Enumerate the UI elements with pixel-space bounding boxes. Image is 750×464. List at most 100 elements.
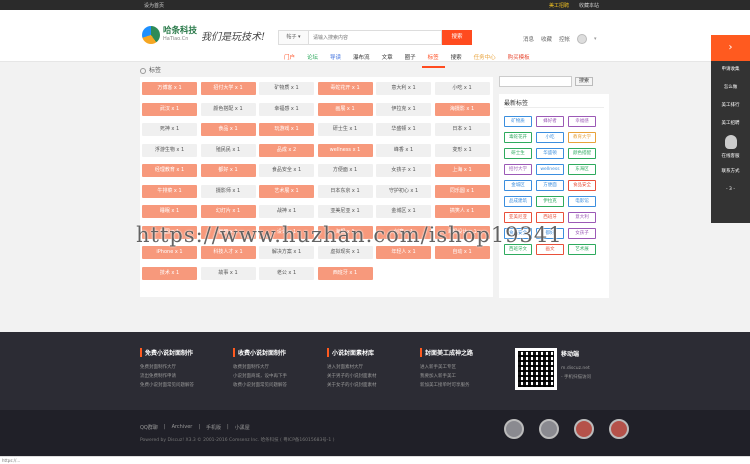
latest-tag-item[interactable]: 东海区 bbox=[568, 164, 596, 175]
tag-item[interactable]: 科技人才 x 1 bbox=[200, 246, 256, 259]
nav-guide[interactable]: 导读 bbox=[324, 54, 347, 68]
credit-seal-icon[interactable] bbox=[609, 419, 629, 439]
latest-tag-item[interactable]: 金城区 bbox=[504, 180, 532, 191]
tag-item[interactable]: 颜色搭配 x 1 bbox=[200, 102, 256, 116]
tag-item[interactable]: 艺术展 x 1 bbox=[259, 184, 314, 198]
tag-item[interactable]: wellness x 1 bbox=[317, 143, 373, 157]
latest-tag-item[interactable]: 女孩子 bbox=[568, 228, 596, 239]
latest-tag-item[interactable]: 毒蛇花开 bbox=[504, 132, 532, 143]
tag-item[interactable]: 上海 x 1 bbox=[434, 164, 490, 177]
tag-item[interactable]: 小吃 x 1 bbox=[434, 82, 490, 95]
account-link[interactable]: 控帐 bbox=[559, 35, 570, 43]
latest-tag-item[interactable]: 意大利 bbox=[568, 212, 596, 223]
tag-item[interactable]: 伊拉克 x 1 bbox=[376, 102, 431, 116]
tag-item[interactable]: 品成 x 2 bbox=[259, 143, 314, 157]
messages-link[interactable]: 消息 bbox=[523, 35, 534, 43]
tag-item[interactable]: 同乐圆 x 1 bbox=[434, 184, 490, 198]
latest-tag-item[interactable]: 研士生 bbox=[504, 148, 532, 159]
tag-item[interactable]: 日本东京 x 1 bbox=[317, 184, 373, 198]
latest-tag-item[interactable]: 蜂好者 bbox=[536, 116, 564, 127]
tag-item[interactable]: 牛排菜 x 1 bbox=[142, 184, 197, 198]
tag-item[interactable]: 殖民民 x 1 bbox=[200, 143, 256, 157]
police-badge-icon[interactable] bbox=[539, 419, 559, 439]
search-button[interactable]: 搜索 bbox=[442, 30, 472, 45]
chevron-down-icon[interactable]: ▾ bbox=[594, 36, 597, 42]
tag-item[interactable]: 矿物质 x 1 bbox=[259, 82, 314, 95]
tag-item[interactable]: 变形 x 1 bbox=[434, 143, 490, 157]
float-more[interactable]: - 3 - bbox=[711, 181, 750, 199]
tag-item[interactable]: 食品安全 x 1 bbox=[259, 164, 314, 177]
latest-tag-item[interactable]: 食品安全 bbox=[568, 180, 596, 191]
favorites-link[interactable]: 收藏 bbox=[541, 35, 552, 43]
tag-item[interactable]: 画展 x 1 bbox=[317, 102, 373, 116]
tag-item[interactable]: 都好 x 1 bbox=[200, 164, 256, 177]
tag-item[interactable]: 摄影师 x 1 bbox=[200, 184, 256, 198]
tag-item[interactable]: 睡眠 x 1 bbox=[142, 205, 197, 218]
tag-item[interactable]: 玩游戏 x 1 bbox=[259, 123, 314, 136]
tag-item[interactable]: 招付大学 x 1 bbox=[200, 82, 256, 95]
footer-link-qq[interactable]: QQ群聊 bbox=[140, 424, 158, 431]
tag-item[interactable]: 幻灯片 x 1 bbox=[200, 205, 256, 218]
latest-tag-item[interactable]: 教育大学 bbox=[568, 132, 596, 143]
tag-search-button[interactable]: 搜索 bbox=[575, 77, 593, 86]
nav-tasks[interactable]: 任务中心 bbox=[468, 54, 502, 68]
tag-item[interactable]: 武汉 x 1 bbox=[142, 102, 197, 116]
staff-recruit-link[interactable]: 美工招聘 bbox=[549, 2, 569, 9]
latest-tag-item[interactable]: 伊拉克 bbox=[536, 196, 564, 207]
float-recruit[interactable]: 美工招聘 bbox=[711, 115, 750, 133]
tag-item[interactable]: iPhone x 1 bbox=[142, 246, 197, 259]
latest-tag-item[interactable]: 品成建筑 bbox=[504, 196, 532, 207]
nav-portal[interactable]: 门户 bbox=[278, 54, 301, 68]
latest-tag-item[interactable]: 矿物质 bbox=[504, 116, 532, 127]
tag-item[interactable]: 西班牙 x 1 bbox=[317, 266, 373, 280]
tag-item[interactable]: 研士生 x 1 bbox=[317, 123, 373, 136]
tag-item[interactable]: 浮游生物 x 1 bbox=[142, 143, 197, 157]
nav-waterfall[interactable]: 瀑布流 bbox=[347, 54, 376, 68]
tag-item[interactable]: 毒蛇花开 x 1 bbox=[317, 82, 373, 95]
float-contact[interactable]: 联系方式 bbox=[711, 163, 750, 181]
tag-item[interactable]: 死神 x 1 bbox=[142, 123, 197, 136]
tag-item[interactable]: 意大利 x 1 bbox=[376, 82, 431, 95]
set-homepage-link[interactable]: 设为首页 bbox=[144, 2, 164, 9]
footer-link-archiver[interactable]: Archiver bbox=[172, 424, 193, 431]
chevron-right-icon[interactable]: › bbox=[711, 35, 750, 61]
footer-link-blacklist[interactable]: 小黑屋 bbox=[235, 424, 250, 431]
latest-tag-item[interactable]: 电影馆 bbox=[568, 196, 596, 207]
tag-item[interactable]: 幸福感 x 1 bbox=[259, 102, 314, 116]
nav-search[interactable]: 搜索 bbox=[445, 54, 468, 68]
site-logo[interactable]: 哈条科技 HaTiao.Cn 我们是玩技术! bbox=[142, 26, 265, 44]
tag-item[interactable]: 金城区 x 1 bbox=[376, 205, 431, 218]
tag-item[interactable]: 虚拟现实 x 1 bbox=[317, 246, 373, 259]
tag-item[interactable]: 搞笑人 x 1 bbox=[434, 205, 490, 218]
tag-search-input[interactable] bbox=[499, 76, 572, 87]
latest-tag-item[interactable]: 华盛顿 bbox=[536, 148, 564, 159]
footer-link-mobile[interactable]: 手机版 bbox=[206, 424, 221, 431]
latest-tag-item[interactable]: 招付大学 bbox=[504, 164, 532, 175]
nav-articles[interactable]: 文章 bbox=[376, 54, 399, 68]
tag-item[interactable]: 华盛顿 x 1 bbox=[376, 123, 431, 136]
tag-item[interactable]: 年轻人 x 1 bbox=[376, 246, 431, 259]
latest-tag-item[interactable]: 西班牙 bbox=[536, 212, 564, 223]
tag-item[interactable]: 解决方案 x 1 bbox=[259, 246, 314, 259]
tag-item[interactable]: 亚美尼亚 x 1 bbox=[317, 205, 373, 218]
search-scope-select[interactable]: 帖子 ▾ bbox=[278, 30, 308, 45]
float-apply[interactable]: 申请收集 bbox=[711, 61, 750, 79]
tag-item[interactable]: 技术 x 1 bbox=[142, 266, 197, 280]
tag-item[interactable]: 海摄影 x 1 bbox=[434, 102, 490, 116]
trust-seal-icon[interactable] bbox=[574, 419, 594, 439]
tag-item[interactable]: 故事 x 1 bbox=[200, 266, 256, 280]
tag-item[interactable]: 经理教育 x 1 bbox=[142, 164, 197, 177]
tag-item[interactable]: 万博客 x 1 bbox=[142, 82, 197, 95]
tag-item[interactable]: 守护初心 x 1 bbox=[376, 184, 431, 198]
tag-item[interactable]: 日本 x 1 bbox=[434, 123, 490, 136]
nav-buy-template[interactable]: 购买模板 bbox=[502, 54, 536, 68]
latest-tag-item[interactable]: 颜色搭配 bbox=[568, 148, 596, 159]
latest-tag-item[interactable]: 方便面 bbox=[536, 180, 564, 191]
latest-tag-item[interactable]: wellness bbox=[536, 164, 564, 175]
nav-forum[interactable]: 论坛 bbox=[301, 54, 324, 68]
favorite-link[interactable]: 收藏本站 bbox=[579, 2, 599, 9]
tag-item[interactable]: 食品 x 1 bbox=[200, 123, 256, 136]
tag-item[interactable]: 峰香 x 1 bbox=[376, 143, 431, 157]
nav-tags[interactable]: 标签 bbox=[421, 54, 445, 68]
tag-item[interactable]: 自动 x 1 bbox=[434, 246, 490, 259]
